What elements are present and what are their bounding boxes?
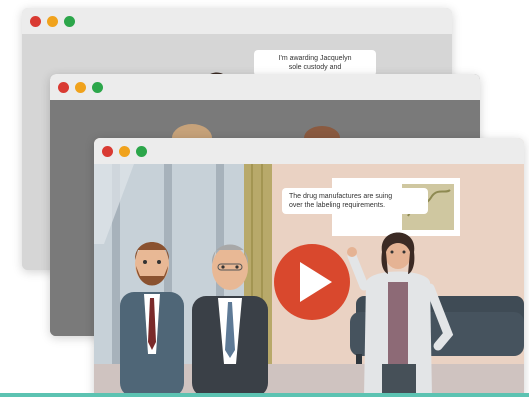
video-frame[interactable]: The drug manufactures are suing over the… [94,164,524,397]
window-titlebar [94,138,524,164]
accent-bar [0,393,529,397]
speech-bubble: The drug manufactures are suing over the… [282,188,428,214]
window-titlebar [50,74,480,100]
speech-bubble-tail [370,222,382,230]
window-titlebar [22,8,452,34]
speech-text: sole custody and [288,64,342,71]
minimize-dot[interactable] [47,16,58,27]
window-front: The drug manufactures are suing over the… [94,138,524,397]
minimize-dot[interactable] [119,146,130,157]
close-dot[interactable] [102,146,113,157]
minimize-dot[interactable] [75,82,86,93]
speech-bubble: I'm awarding Jacquelyn sole custody and [254,50,376,76]
play-button[interactable] [274,244,350,320]
close-dot[interactable] [30,16,41,27]
maximize-dot[interactable] [136,146,147,157]
speech-text: The drug manufactures are suing [289,193,393,200]
close-dot[interactable] [58,82,69,93]
maximize-dot[interactable] [64,16,75,27]
speech-text: over the labeling requirements. [289,202,386,209]
speech-text: I'm awarding Jacquelyn [278,55,352,62]
maximize-dot[interactable] [92,82,103,93]
